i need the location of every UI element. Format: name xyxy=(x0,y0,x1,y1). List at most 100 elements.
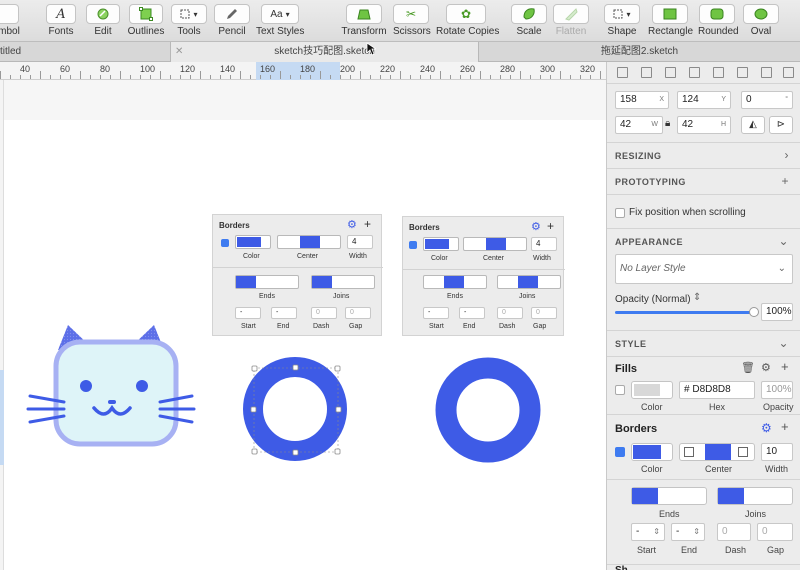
height-input[interactable]: 42 H xyxy=(677,116,731,134)
border-checkbox[interactable] xyxy=(221,239,229,247)
tools-tool[interactable]: ▾ Tools xyxy=(171,4,207,37)
start-arrow-select[interactable]: - ⇕ xyxy=(631,523,665,541)
fill-opacity-input[interactable]: 100% xyxy=(761,381,793,399)
opacity-input[interactable]: 100% xyxy=(761,303,793,321)
tab-untitled[interactable]: titled xyxy=(0,42,170,62)
align-center-horizontal-icon[interactable] xyxy=(641,67,652,78)
canvas[interactable]: Borders ⚙ + 4 Color Center Width Ends Jo… xyxy=(4,80,606,570)
scale-tool[interactable]: Scale xyxy=(511,4,547,37)
gear-icon[interactable]: ⚙ xyxy=(761,361,771,374)
fix-position-checkbox[interactable] xyxy=(615,208,625,218)
tab-sketch-tips[interactable]: ✕ sketch技巧配图.sketch xyxy=(170,42,479,62)
joins-segment[interactable] xyxy=(717,487,793,505)
end-arrow-select[interactable]: - ⇕ xyxy=(671,523,705,541)
fonts-tool[interactable]: A Fonts xyxy=(46,4,76,37)
border-width-input[interactable]: 4 xyxy=(531,237,557,251)
start-arrow-select[interactable]: - xyxy=(235,307,261,319)
flatten-tool[interactable]: Flatten xyxy=(553,4,589,37)
tab-close-icon[interactable]: ✕ xyxy=(175,42,183,62)
rotation-input[interactable]: 0 ° xyxy=(741,91,793,109)
gap-input[interactable]: 0 xyxy=(345,307,371,319)
layer-style-select[interactable]: No Layer Style ⌄ xyxy=(615,254,793,284)
scissors-tool[interactable]: ✂ Scissors xyxy=(393,4,431,37)
prototyping-section[interactable]: PROTOTYPING + xyxy=(607,168,800,194)
width-input[interactable]: 42 W xyxy=(615,116,663,134)
edit-tool[interactable]: Edit xyxy=(86,4,120,37)
butt-end-icon[interactable] xyxy=(632,488,658,504)
border-position-segment[interactable] xyxy=(463,237,527,251)
ends-segment[interactable] xyxy=(423,275,487,289)
align-middle-icon[interactable] xyxy=(713,67,724,78)
shape-tool[interactable]: ▾ Shape xyxy=(604,4,640,37)
oval-tool[interactable]: Oval xyxy=(743,4,779,37)
tab-procrastination[interactable]: 拖延配图2.sketch xyxy=(479,42,800,62)
dash-input[interactable]: 0 xyxy=(311,307,337,319)
border-inside-icon[interactable] xyxy=(684,447,694,457)
style-section[interactable]: STYLE ⌄ xyxy=(607,330,800,356)
joins-segment[interactable] xyxy=(497,275,561,289)
align-top-icon[interactable] xyxy=(689,67,700,78)
stepper-icon[interactable]: ⇕ xyxy=(693,292,701,303)
gap-input[interactable]: 0 xyxy=(531,307,557,319)
border-center-icon[interactable] xyxy=(705,444,731,460)
text-styles-tool[interactable]: Aa ▾ Text Styles xyxy=(256,4,304,37)
add-icon[interactable]: + xyxy=(547,219,554,233)
border-color-swatch[interactable] xyxy=(235,235,271,249)
fill-hex-input[interactable]: # D8D8D8 xyxy=(679,381,755,399)
trash-icon[interactable]: 🗑︎ xyxy=(741,361,755,374)
border-checkbox[interactable] xyxy=(409,241,417,249)
distribute-horizontal-icon[interactable] xyxy=(761,67,772,78)
miter-join-icon[interactable] xyxy=(718,488,744,504)
appearance-section[interactable]: APPEARANCE ⌄ xyxy=(607,228,800,254)
transform-tool[interactable]: Transform xyxy=(341,4,387,37)
gear-icon[interactable]: ⚙ xyxy=(531,220,541,233)
add-icon[interactable]: + xyxy=(364,217,371,231)
border-color-swatch[interactable] xyxy=(631,443,673,461)
horizontal-ruler[interactable]: 40 60 80 100 120 140 160 180 200 220 240… xyxy=(0,62,606,80)
border-checkbox[interactable] xyxy=(615,447,625,457)
gap-input[interactable]: 0 xyxy=(757,523,793,541)
add-icon[interactable]: + xyxy=(781,419,789,434)
lock-icon[interactable]: 🔒︎ xyxy=(665,118,670,129)
distribute-vertical-icon[interactable] xyxy=(783,67,794,78)
rectangle-tool[interactable]: Rectangle xyxy=(648,4,693,37)
flip-vertical-icon[interactable]: ⊳ xyxy=(769,116,793,134)
ends-segment[interactable] xyxy=(235,275,299,289)
opacity-slider[interactable] xyxy=(615,307,759,317)
rounded-tool[interactable]: Rounded xyxy=(698,4,739,37)
pencil-tool[interactable]: Pencil xyxy=(214,4,250,37)
selected-ring-shape[interactable] xyxy=(240,354,350,464)
flip-horizontal-icon[interactable]: ◭ xyxy=(741,116,765,134)
end-arrow-select[interactable]: - xyxy=(271,307,297,319)
align-right-icon[interactable] xyxy=(665,67,676,78)
start-arrow-select[interactable]: - xyxy=(423,307,449,319)
dash-input[interactable]: 0 xyxy=(497,307,523,319)
gear-icon[interactable]: ⚙ xyxy=(761,421,772,435)
border-width-input[interactable]: 4 xyxy=(347,235,373,249)
resizing-section[interactable]: RESIZING › xyxy=(607,142,800,168)
align-left-icon[interactable] xyxy=(617,67,628,78)
y-position-input[interactable]: 124 Y xyxy=(677,91,731,109)
dash-input[interactable]: 0 xyxy=(717,523,751,541)
border-width-input[interactable]: 10 xyxy=(761,443,793,461)
align-bottom-icon[interactable] xyxy=(737,67,748,78)
opacity-slider-thumb[interactable] xyxy=(749,307,759,317)
outlines-tool[interactable]: Outlines xyxy=(126,4,166,37)
fill-color-swatch[interactable] xyxy=(631,381,673,399)
ring-shape[interactable] xyxy=(432,354,544,466)
fill-checkbox[interactable] xyxy=(615,385,625,395)
rotate-copies-tool[interactable]: ✿ Rotate Copies xyxy=(436,4,499,37)
border-color-swatch[interactable] xyxy=(423,237,459,251)
cat-illustration[interactable] xyxy=(24,320,196,460)
symbol-tool[interactable]: mbol xyxy=(0,4,24,37)
joins-segment[interactable] xyxy=(311,275,375,289)
add-icon[interactable]: + xyxy=(781,174,789,188)
border-position-segment[interactable] xyxy=(679,443,755,461)
x-position-input[interactable]: 158 X xyxy=(615,91,669,109)
border-outside-icon[interactable] xyxy=(738,447,748,457)
border-position-segment[interactable] xyxy=(277,235,341,249)
ends-segment[interactable] xyxy=(631,487,707,505)
end-arrow-select[interactable]: - xyxy=(459,307,485,319)
add-icon[interactable]: + xyxy=(781,359,789,374)
gear-icon[interactable]: ⚙ xyxy=(347,218,357,231)
